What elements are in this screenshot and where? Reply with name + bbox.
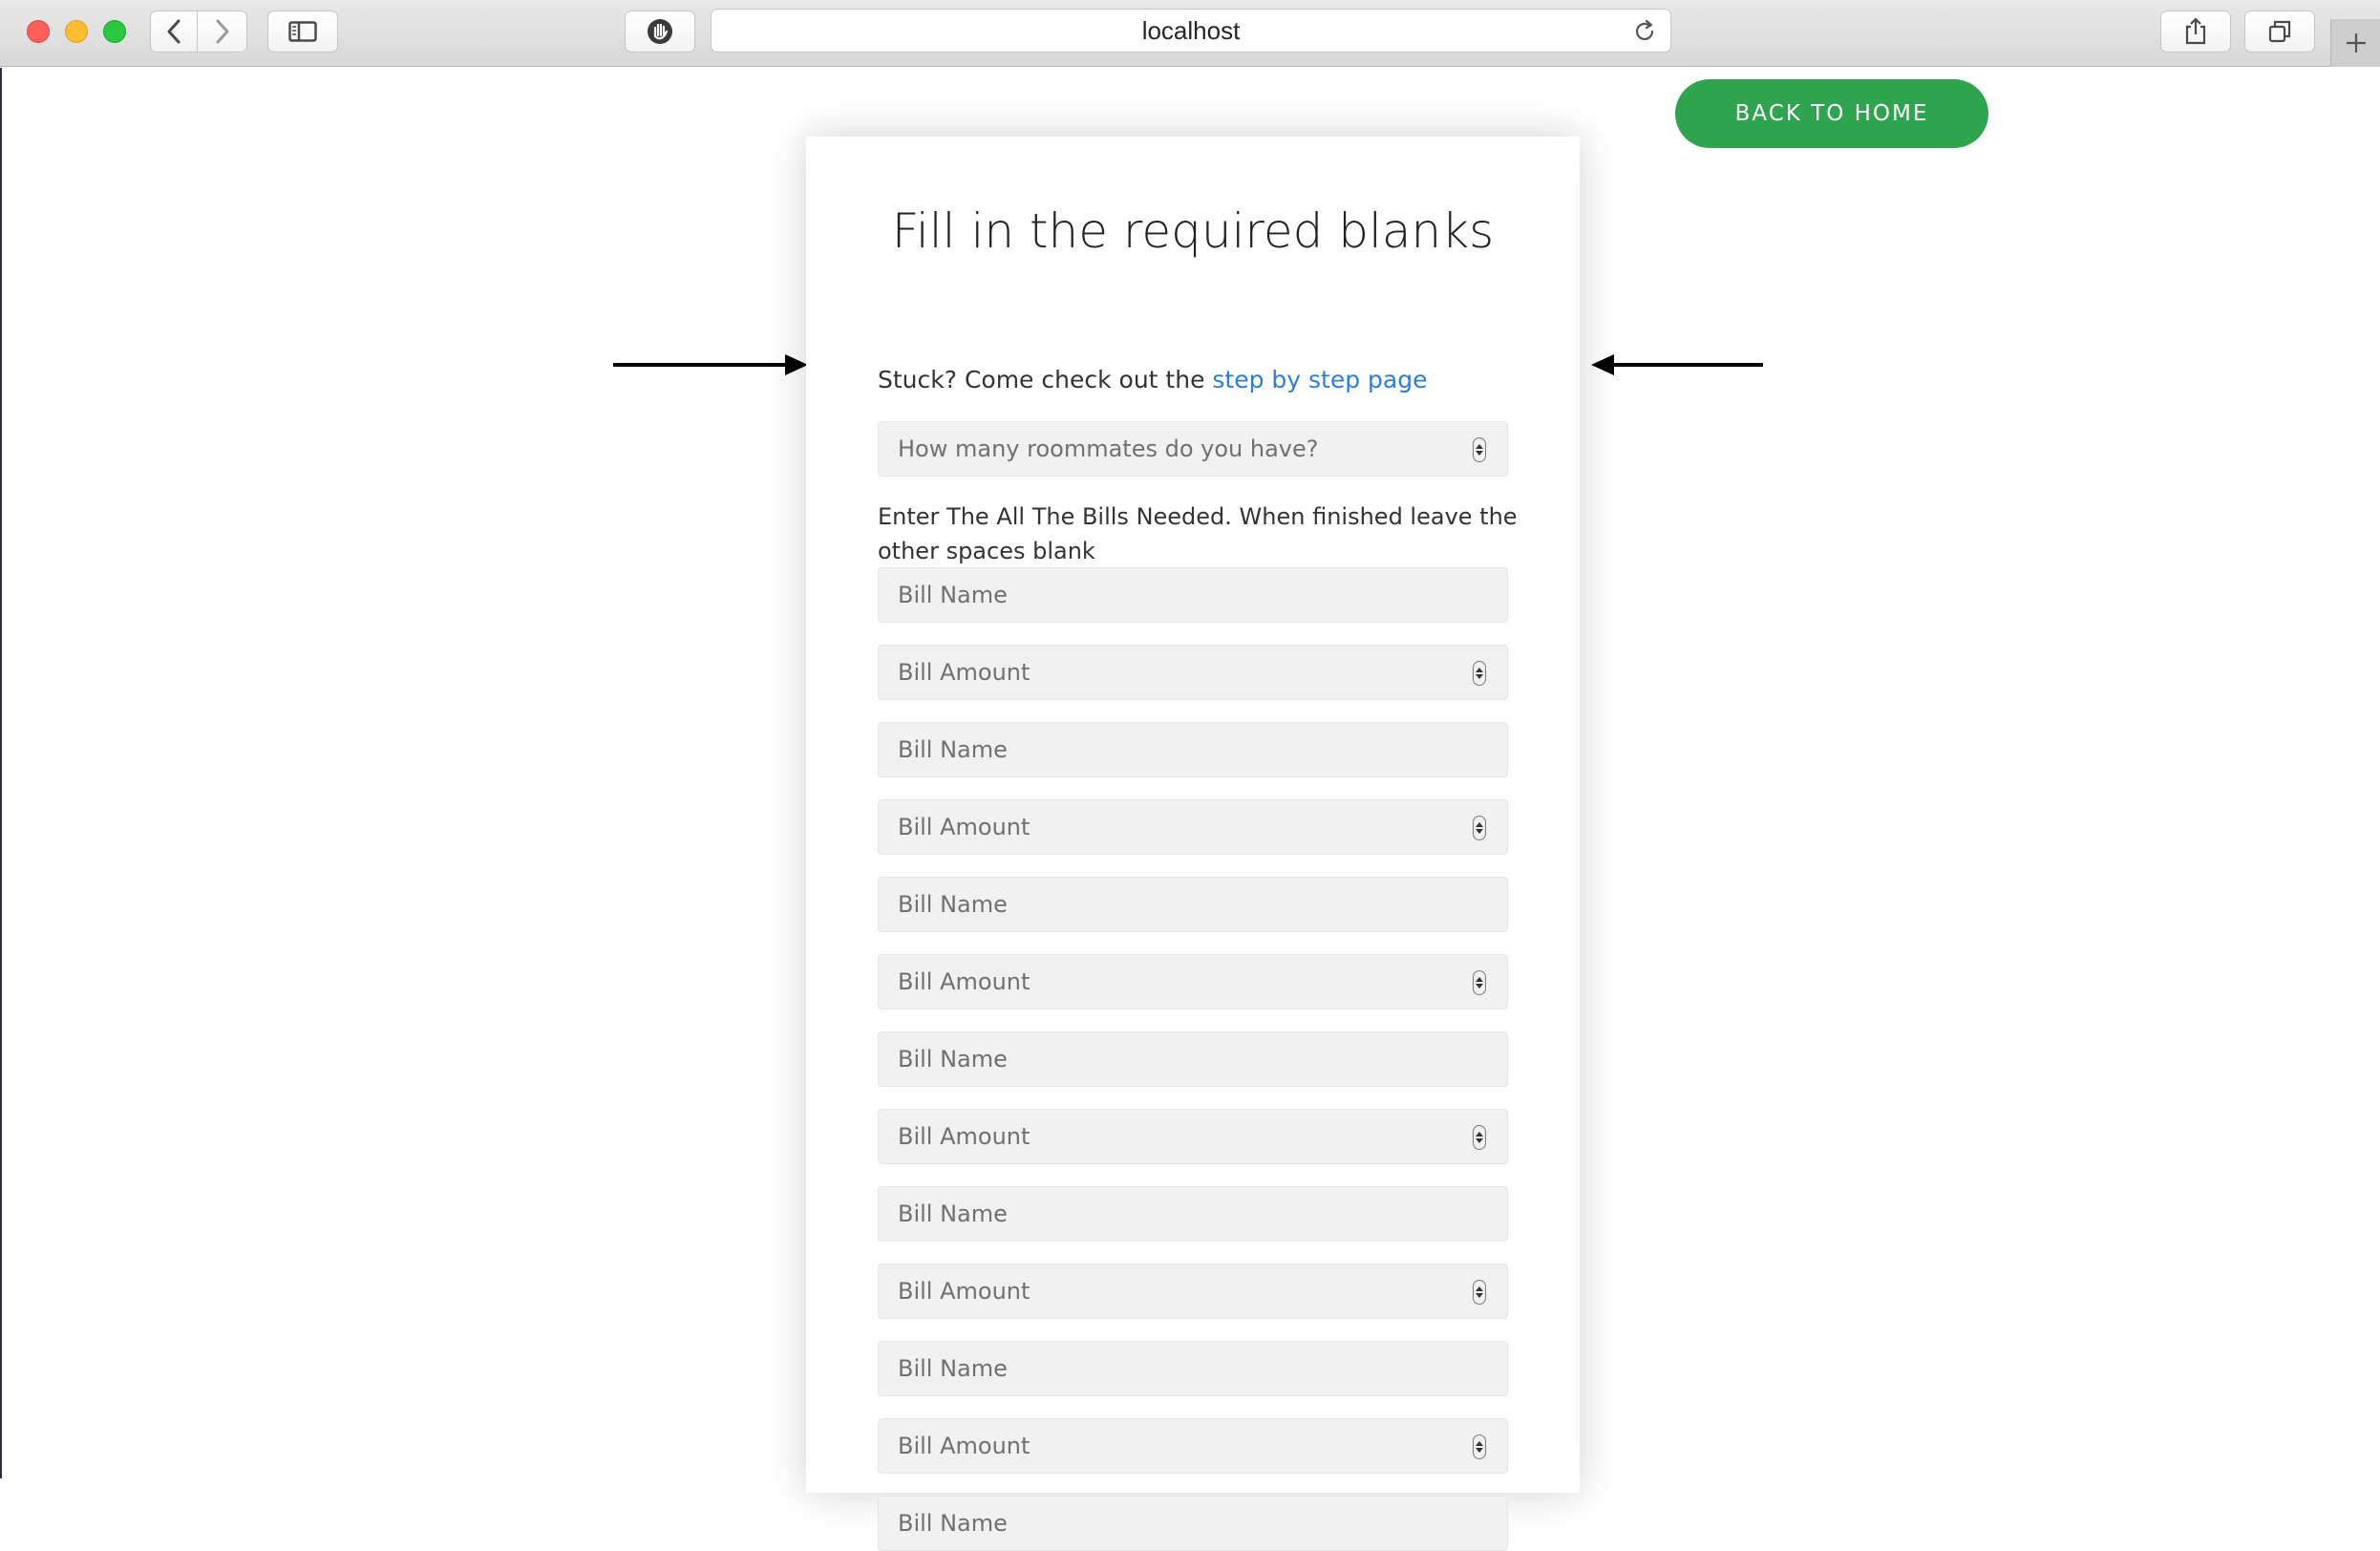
chevron-left-icon [167,19,181,44]
roommates-placeholder: How many roommates do you have? [898,436,1319,462]
zoom-window-button[interactable] [103,20,126,43]
bill-amount-placeholder: Bill Amount [898,659,1031,686]
bill-name-input[interactable]: Bill Name [878,722,1508,777]
new-tab-button[interactable] [2330,19,2380,67]
form-card: Fill in the required blanks Stuck? Come … [806,137,1580,1551]
bill-name-input[interactable]: Bill Name [878,1186,1508,1242]
bill-amount-input[interactable]: Bill Amount [878,954,1508,1009]
bill-amount-input[interactable]: Bill Amount [878,1264,1508,1319]
share-icon [2185,17,2206,45]
hand-shield-icon [648,19,672,44]
close-window-button[interactable] [27,20,50,43]
address-bar[interactable]: localhost [711,9,1671,53]
forward-button[interactable] [198,11,247,53]
minimize-window-button[interactable] [65,20,88,43]
reload-icon[interactable] [1632,19,1657,44]
bill-amount-placeholder: Bill Amount [898,1433,1031,1459]
page-content: BACK TO HOME Fill in the required blanks… [0,68,2380,1551]
bill-name-placeholder: Bill Name [898,582,1008,608]
chevron-right-icon [216,19,228,44]
tab-overview-icon [2268,20,2291,43]
bill-name-placeholder: Bill Name [898,891,1008,918]
bill-name-input[interactable]: Bill Name [878,877,1508,932]
bill-amount-placeholder: Bill Amount [898,1123,1031,1150]
bill-name-placeholder: Bill Name [898,736,1008,763]
share-button[interactable] [2160,11,2231,53]
number-stepper-icon[interactable] [1473,816,1486,840]
bill-name-input[interactable]: Bill Name [878,567,1508,623]
number-stepper-icon[interactable] [1473,661,1486,686]
step-by-step-link[interactable]: step by step page [1212,366,1427,393]
number-stepper-icon[interactable] [1473,1434,1486,1459]
number-stepper-icon[interactable] [1473,1125,1486,1150]
bill-name-placeholder: Bill Name [898,1510,1008,1537]
back-to-home-button[interactable]: BACK TO HOME [1675,79,1988,148]
bill-amount-input[interactable]: Bill Amount [878,645,1508,700]
bill-name-placeholder: Bill Name [898,1046,1008,1073]
back-button[interactable] [150,11,198,53]
browser-toolbar: localhost [0,0,2380,67]
arrow-icon [613,354,808,375]
bill-name-input[interactable]: Bill Name [878,1341,1508,1396]
bill-amount-input[interactable]: Bill Amount [878,1109,1508,1164]
arrow-icon [1591,354,1763,375]
roommates-input[interactable]: How many roommates do you have? [878,421,1508,477]
help-text: Stuck? Come check out the step by step p… [878,366,1546,393]
number-stepper-icon[interactable] [1473,970,1486,995]
bill-amount-placeholder: Bill Amount [898,814,1031,840]
sidebar-toggle-button[interactable] [267,11,338,53]
bill-name-placeholder: Bill Name [898,1355,1008,1382]
plus-icon [2346,33,2366,53]
sidebar-icon [288,21,317,42]
bill-name-input[interactable]: Bill Name [878,1496,1508,1551]
bill-amount-placeholder: Bill Amount [898,968,1031,995]
tab-overview-button[interactable] [2244,11,2315,53]
bill-name-input[interactable]: Bill Name [878,1031,1508,1087]
privacy-extension-button[interactable] [625,11,695,53]
url-text: localhost [1141,15,1241,45]
bill-amount-input[interactable]: Bill Amount [878,1418,1508,1474]
instructions-text: Enter The All The Bills Needed. When fin… [878,503,1518,564]
number-stepper-icon[interactable] [1473,1280,1486,1305]
page-title: Fill in the required blanks [891,203,1495,259]
bill-amount-placeholder: Bill Amount [898,1278,1031,1305]
help-text-prefix: Stuck? Come check out the [878,366,1213,393]
bill-name-placeholder: Bill Name [898,1200,1008,1227]
bill-amount-input[interactable]: Bill Amount [878,799,1508,855]
number-stepper-icon[interactable] [1473,437,1486,462]
